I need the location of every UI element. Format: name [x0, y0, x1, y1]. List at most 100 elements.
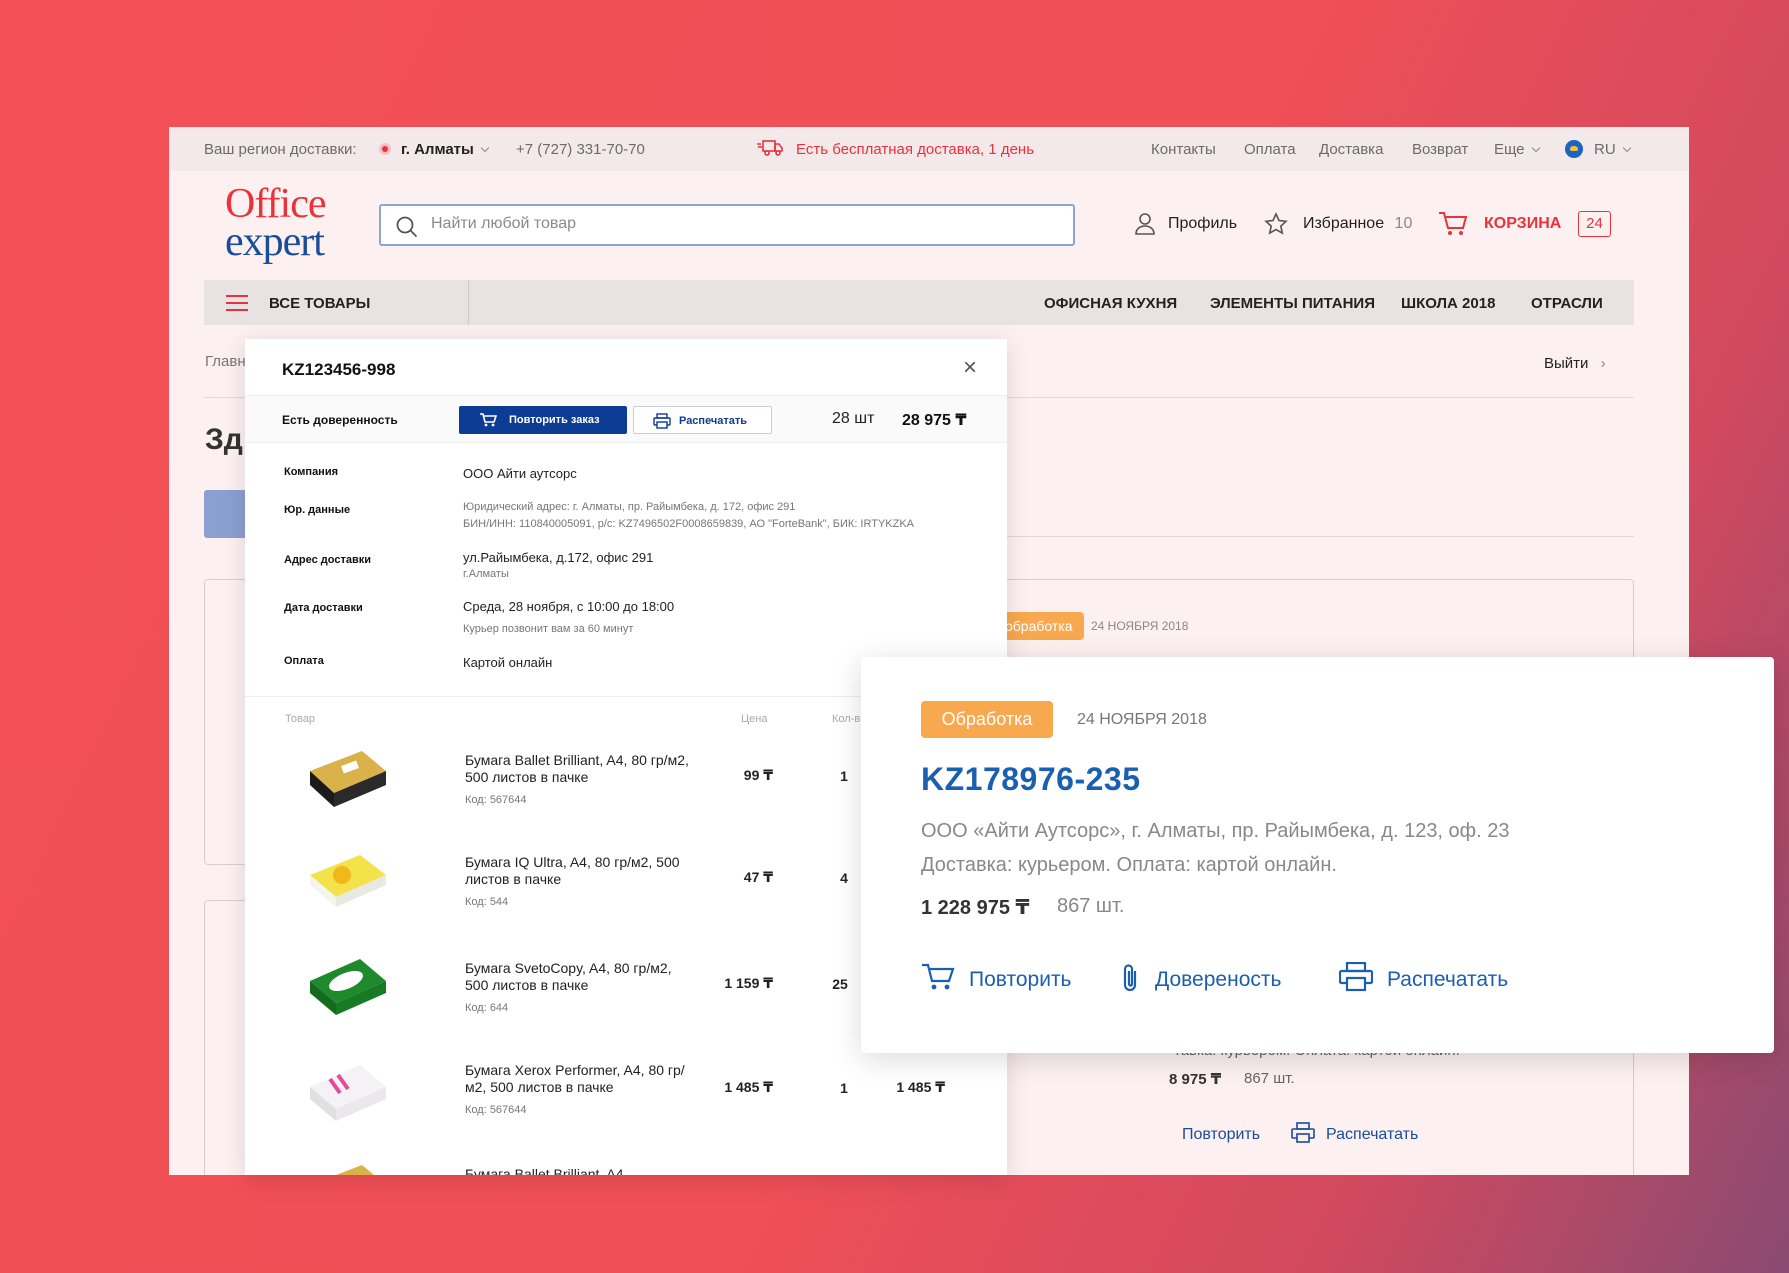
product-price: 47 ₸: [743, 869, 773, 885]
print-order-link[interactable]: Распечатать: [1326, 1126, 1418, 1144]
phone-link[interactable]: +7 (727) 331-70-70: [516, 141, 645, 158]
legal-requisites: БИН/ИНН: 110840005091, р/с: KZ7496502F00…: [463, 518, 915, 530]
region-city-select[interactable]: г. Алматы: [401, 141, 490, 158]
product-qty: 4: [840, 870, 848, 886]
all-products-menu[interactable]: ВСЕ ТОВАРЫ: [269, 295, 370, 312]
cart-count-badge: 24: [1578, 211, 1611, 237]
product-image: [336, 1165, 374, 1175]
repeat-order-link[interactable]: Повторить: [1182, 1126, 1260, 1144]
printer-icon: [1291, 1122, 1315, 1143]
paperclip-icon: [1123, 964, 1137, 992]
legal-label: Юр. данные: [284, 504, 351, 516]
product-name[interactable]: Бумага SvetoCopy, A4, 80 гр/м2, 500 лист…: [465, 960, 695, 994]
cart-icon: [1439, 212, 1468, 235]
cart-link[interactable]: КОРЗИНА: [1484, 215, 1561, 233]
company-label: Компания: [284, 466, 339, 478]
status-badge: Обработка: [921, 701, 1053, 738]
product-name[interactable]: Бумага Ballet Brilliant, A4, 80 гр/м2, 5…: [465, 752, 695, 786]
main-nav: ВСЕ ТОВАРЫ ОФИСНАЯ КУХНЯ ЭЛЕМЕНТЫ ПИТАНИ…: [204, 280, 1634, 325]
order-total: 28 975 ₸: [902, 412, 967, 429]
product-name[interactable]: Бумага Ballet Brilliant, A4: [465, 1166, 695, 1175]
order-qty: 867 шт.: [1244, 1070, 1295, 1087]
nav-item-school[interactable]: ШКОЛА 2018: [1401, 295, 1495, 312]
language-select[interactable]: RU: [1594, 141, 1631, 158]
delivery-address-label: Адрес доставки: [284, 554, 372, 566]
menu-icon[interactable]: [226, 295, 248, 311]
nav-item-power[interactable]: ЭЛЕМЕНТЫ ПИТАНИЯ: [1210, 295, 1375, 312]
kazakhstan-flag-icon: [1565, 140, 1583, 158]
product-price: 1 159 ₸: [724, 975, 773, 991]
favorites-link[interactable]: Избранное 10: [1303, 215, 1412, 233]
delivery-address: ул.Райымбека, д.172, офис 291: [463, 550, 654, 565]
order-sum: 1 228 975 ₸: [921, 897, 1030, 919]
chevron-down-icon: [480, 143, 490, 153]
product-price: 1 485 ₸: [724, 1079, 773, 1095]
chevron-down-icon: [1531, 143, 1540, 153]
product-name[interactable]: Бумага IQ Ultra, A4, 80 гр/м2, 500 листо…: [465, 854, 695, 888]
product-code: Код: 567644: [465, 1104, 527, 1116]
proxy-button[interactable]: Довереность: [1121, 962, 1281, 1000]
proxy-status: Есть доверенность: [282, 413, 398, 427]
truck-icon: [757, 140, 783, 156]
topbar-link-contacts[interactable]: Контакты: [1151, 141, 1216, 158]
product-price: 99 ₸: [743, 767, 773, 783]
topbar-link-payment[interactable]: Оплата: [1244, 141, 1296, 158]
user-icon: [1135, 213, 1155, 235]
topbar-more-menu[interactable]: Еще: [1494, 141, 1540, 158]
print-button[interactable]: Распечатать: [633, 406, 772, 434]
cart-icon: [922, 963, 955, 990]
delivery-date: Среда, 28 ноября, с 10:00 до 18:00: [463, 599, 675, 614]
location-dot-icon: [379, 143, 391, 155]
close-icon[interactable]: ×: [955, 353, 985, 383]
office-expert-logo[interactable]: Office expert: [225, 183, 326, 263]
product-image: [310, 1065, 386, 1121]
product-code: Код: 644: [465, 1002, 509, 1014]
topbar-link-delivery[interactable]: Доставка: [1319, 141, 1383, 158]
order-address: ООО «Айти Аутсорс», г. Алматы, пр. Райым…: [921, 820, 1510, 842]
region-label: Ваш регион доставки:: [204, 141, 357, 158]
printer-icon: [1338, 961, 1374, 992]
logout-link[interactable]: Выйти ›: [1544, 355, 1606, 372]
nav-item-industries[interactable]: ОТРАСЛИ: [1531, 295, 1603, 312]
cart-icon: [480, 413, 497, 427]
profile-link[interactable]: Профиль: [1168, 215, 1237, 233]
order-card: Обработка 24 НОЯБРЯ 2018 KZ178976-235 ОО…: [861, 657, 1774, 1053]
free-delivery-promo[interactable]: Есть бесплатная доставка, 1 день: [796, 141, 1034, 158]
legal-address: Юридический адрес: г. Алматы, пр. Райымб…: [463, 501, 796, 513]
order-delivery-payment: Доставка: курьером. Оплата: картой онлай…: [921, 854, 1337, 876]
product-image: [310, 959, 386, 1015]
modal-order-id: KZ123456-998: [282, 360, 396, 379]
chevron-down-icon: [1622, 143, 1631, 153]
nav-item-office-kitchen[interactable]: ОФИСНАЯ КУХНЯ: [1044, 295, 1177, 312]
delivery-date-label: Дата доставки: [284, 602, 363, 614]
repeat-order-button[interactable]: Повторить заказ: [459, 406, 627, 434]
column-header-qty: Кол-в: [832, 713, 861, 725]
topbar-link-return[interactable]: Возврат: [1412, 141, 1468, 158]
order-date: 24 НОЯБРЯ 2018: [1091, 619, 1189, 633]
print-button[interactable]: Распечатать: [1338, 961, 1508, 998]
delivery-city: г.Алматы: [463, 568, 509, 580]
order-sum: 8 975 ₸: [1169, 1071, 1222, 1088]
product-name[interactable]: Бумага Xerox Performer, A4, 80 гр/м2, 50…: [465, 1062, 695, 1096]
courier-note: Курьер позвонит вам за 60 минут: [463, 623, 634, 635]
order-qty: 867 шт.: [1057, 895, 1125, 917]
favorites-count: 10: [1394, 215, 1413, 232]
order-date: 24 НОЯБРЯ 2018: [1077, 711, 1207, 728]
product-code: Код: 544: [465, 896, 509, 908]
printer-icon: [653, 413, 671, 429]
product-qty: 25: [832, 976, 848, 992]
search-icon: [396, 216, 418, 238]
product-code: Код: 567644: [465, 794, 527, 806]
breadcrumb[interactable]: Главн: [205, 353, 246, 370]
search-input[interactable]: [431, 215, 1031, 233]
product-sum: 1 485 ₸: [896, 1079, 945, 1095]
search-box: [379, 204, 1075, 246]
product-image: [310, 751, 386, 807]
product-qty: 1: [840, 1080, 848, 1096]
order-id-link[interactable]: KZ178976-235: [921, 761, 1140, 798]
tab-divider: [1007, 536, 1634, 537]
top-bar: Ваш регион доставки: г. Алматы +7 (727) …: [169, 127, 1689, 171]
repeat-order-button[interactable]: Повторить: [921, 962, 1072, 998]
star-icon: [1264, 212, 1288, 235]
payment-label: Оплата: [284, 655, 324, 667]
